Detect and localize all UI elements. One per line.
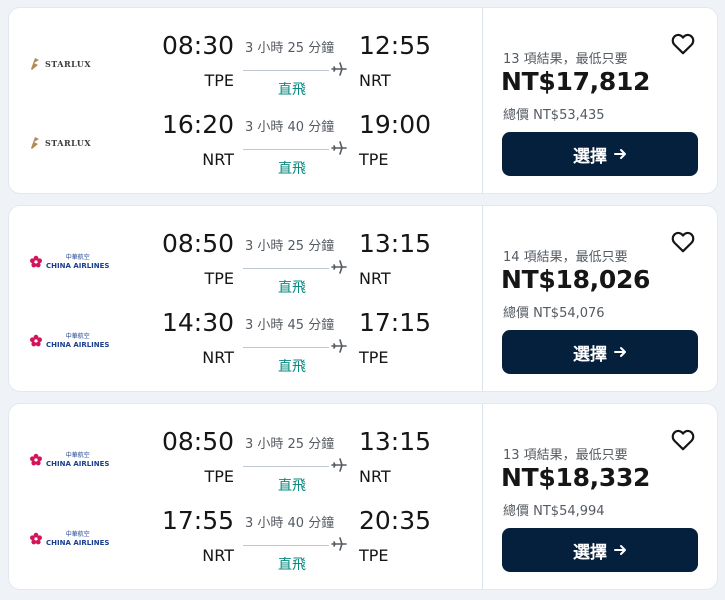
flight-result-card[interactable]: 中華航空 CHINA AIRLINES 08:50 3 小時 25 分鐘 13:… — [8, 403, 718, 590]
direct-flight-label: 直飛 — [278, 478, 306, 494]
lowest-price: NT$18,332 — [501, 463, 651, 492]
outbound-leg: 中華航空 CHINA AIRLINES 08:50 3 小時 25 分鐘 13:… — [9, 426, 479, 494]
heart-icon[interactable] — [670, 427, 696, 453]
starlux-emblem-icon — [31, 58, 39, 70]
direct-flight-label: 直飛 — [278, 557, 306, 573]
arrival-airport: TPE — [359, 348, 389, 367]
outbound-leg: 中華航空 CHINA AIRLINES 08:50 3 小時 25 分鐘 13:… — [9, 228, 479, 296]
flight-duration: 3 小時 25 分鐘 — [245, 239, 335, 254]
plum-blossom-icon — [30, 532, 42, 545]
card-divider — [482, 206, 483, 391]
route-line — [243, 545, 329, 546]
departure-time: 17:55 — [161, 506, 234, 535]
lowest-price: NT$17,812 — [501, 67, 651, 96]
departure-airport: NRT — [202, 546, 234, 565]
departure-airport: TPE — [204, 269, 234, 288]
arrival-airport: TPE — [359, 150, 389, 169]
direct-flight-label: 直飛 — [278, 82, 306, 98]
card-divider — [482, 404, 483, 589]
china-airlines-logo: 中華航空 CHINA AIRLINES — [29, 333, 109, 349]
flight-result-card[interactable]: STARLUX 08:30 3 小時 25 分鐘 12:55 TPE 直飛 NR… — [8, 7, 718, 194]
departure-airport: TPE — [204, 71, 234, 90]
airplane-icon — [331, 260, 347, 274]
arrival-airport: TPE — [359, 546, 389, 565]
arrival-airport: NRT — [359, 467, 391, 486]
arrow-right-icon — [614, 149, 626, 159]
arrival-time: 20:35 — [359, 506, 432, 535]
airplane-icon — [331, 458, 347, 472]
starlux-emblem-icon — [31, 137, 39, 149]
departure-time: 14:30 — [161, 308, 234, 337]
arrival-time: 19:00 — [359, 110, 432, 139]
flight-duration: 3 小時 40 分鐘 — [245, 516, 335, 531]
total-price: 總價 NT$54,076 — [503, 306, 605, 321]
select-button[interactable]: 選擇 — [502, 528, 698, 572]
select-button-label: 選擇 — [573, 344, 607, 365]
arrival-airport: NRT — [359, 269, 391, 288]
direct-flight-label: 直飛 — [278, 359, 306, 375]
arrow-right-icon — [614, 545, 626, 555]
departure-time: 08:30 — [161, 31, 234, 60]
flight-duration: 3 小時 25 分鐘 — [245, 437, 335, 452]
arrival-airport: NRT — [359, 71, 391, 90]
arrival-time: 12:55 — [359, 31, 432, 60]
arrow-right-icon — [614, 347, 626, 357]
results-count: 13 項結果，最低只要 — [503, 52, 628, 67]
departure-time: 16:20 — [161, 110, 234, 139]
route-line — [243, 149, 329, 150]
departure-airport: NRT — [202, 150, 234, 169]
route-line — [243, 347, 329, 348]
results-count: 14 項結果，最低只要 — [503, 250, 628, 265]
departure-time: 08:50 — [161, 229, 234, 258]
china-airlines-logo: 中華航空 CHINA AIRLINES — [29, 531, 109, 547]
airplane-icon — [331, 537, 347, 551]
return-leg: 中華航空 CHINA AIRLINES 17:55 3 小時 40 分鐘 20:… — [9, 505, 479, 573]
flight-result-card[interactable]: 中華航空 CHINA AIRLINES 08:50 3 小時 25 分鐘 13:… — [8, 205, 718, 392]
plum-blossom-icon — [30, 334, 42, 347]
departure-airport: TPE — [204, 467, 234, 486]
total-price: 總價 NT$54,994 — [503, 504, 605, 519]
arrival-time: 13:15 — [359, 427, 432, 456]
starlux-logo: STARLUX — [29, 135, 91, 151]
direct-flight-label: 直飛 — [278, 280, 306, 296]
return-leg: 中華航空 CHINA AIRLINES 14:30 3 小時 45 分鐘 17:… — [9, 307, 479, 375]
total-price: 總價 NT$53,435 — [503, 108, 605, 123]
select-button-label: 選擇 — [573, 146, 607, 167]
flight-duration: 3 小時 45 分鐘 — [245, 318, 335, 333]
select-button-label: 選擇 — [573, 542, 607, 563]
return-leg: STARLUX 16:20 3 小時 40 分鐘 19:00 NRT 直飛 TP… — [9, 109, 479, 177]
flight-duration: 3 小時 40 分鐘 — [245, 120, 335, 135]
departure-airport: NRT — [202, 348, 234, 367]
arrival-time: 17:15 — [359, 308, 432, 337]
flight-duration: 3 小時 25 分鐘 — [245, 41, 335, 56]
route-line — [243, 70, 329, 71]
departure-time: 08:50 — [161, 427, 234, 456]
outbound-leg: STARLUX 08:30 3 小時 25 分鐘 12:55 TPE 直飛 NR… — [9, 30, 479, 98]
china-airlines-logo: 中華航空 CHINA AIRLINES — [29, 452, 109, 468]
airplane-icon — [331, 62, 347, 76]
china-airlines-logo: 中華航空 CHINA AIRLINES — [29, 254, 109, 270]
select-button[interactable]: 選擇 — [502, 330, 698, 374]
airplane-icon — [331, 339, 347, 353]
arrival-time: 13:15 — [359, 229, 432, 258]
direct-flight-label: 直飛 — [278, 161, 306, 177]
results-count: 13 項結果，最低只要 — [503, 448, 628, 463]
plum-blossom-icon — [30, 255, 42, 268]
heart-icon[interactable] — [670, 229, 696, 255]
select-button[interactable]: 選擇 — [502, 132, 698, 176]
route-line — [243, 268, 329, 269]
plum-blossom-icon — [30, 453, 42, 466]
airplane-icon — [331, 141, 347, 155]
card-divider — [482, 8, 483, 193]
route-line — [243, 466, 329, 467]
heart-icon[interactable] — [670, 31, 696, 57]
lowest-price: NT$18,026 — [501, 265, 651, 294]
starlux-logo: STARLUX — [29, 56, 91, 72]
